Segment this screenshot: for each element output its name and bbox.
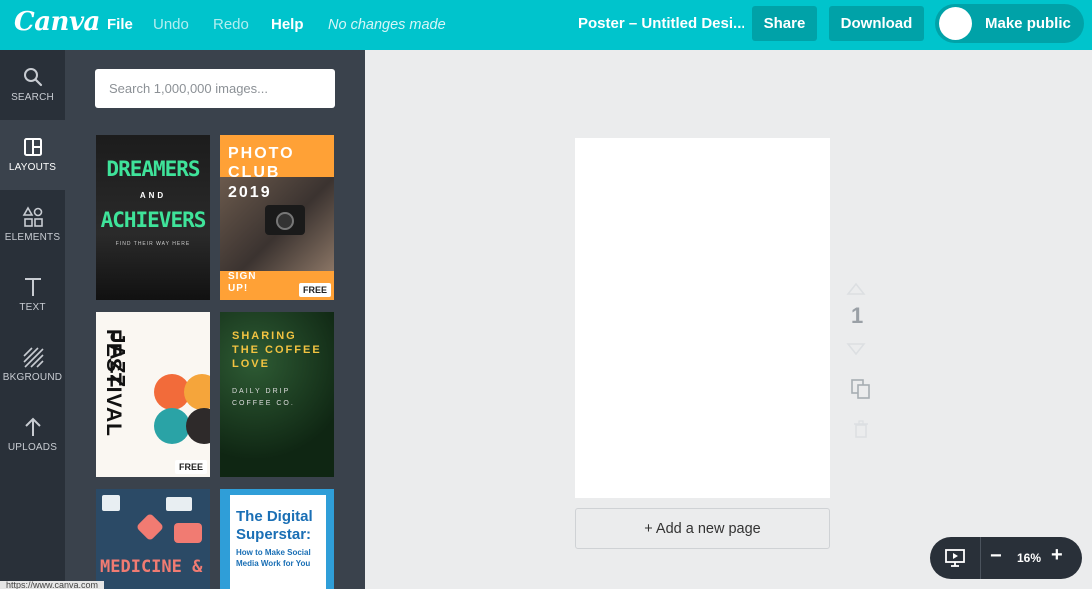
design-page[interactable] <box>575 138 830 498</box>
move-page-down-icon[interactable] <box>846 342 866 356</box>
template-text: SIGN UP! <box>228 271 257 294</box>
canva-logo[interactable]: Canva <box>14 7 100 37</box>
template-photo-club[interactable]: PHOTO CLUB 2019 SIGN UP! FREE <box>220 135 334 300</box>
upload-icon <box>24 417 41 436</box>
file-menu[interactable]: File <box>107 16 133 33</box>
template-text: How to Make Social <box>236 548 311 557</box>
duplicate-page-icon[interactable] <box>850 378 872 400</box>
add-page-button[interactable]: + Add a new page <box>575 508 830 549</box>
template-headline: The Digital <box>236 508 313 525</box>
sidebar-item-elements[interactable]: ELEMENTS <box>0 190 65 260</box>
zoom-in-button[interactable]: + <box>1051 544 1063 567</box>
template-headline: ACHIEVERS <box>100 208 207 232</box>
document-title[interactable]: Poster – Untitled Desi... <box>578 15 744 32</box>
sidebar-item-uploads[interactable]: UPLOADS <box>0 400 65 470</box>
sidebar-item-label: UPLOADS <box>7 442 58 453</box>
sidebar-item-label: LAYOUTS <box>8 162 57 173</box>
sidebar-item-label: ELEMENTS <box>4 232 61 243</box>
share-button[interactable]: Share <box>752 6 817 41</box>
template-jazz-festival[interactable]: JAZZ FESTIVAL FREE <box>96 312 210 477</box>
sidebar-item-layouts[interactable]: LAYOUTS <box>0 120 65 190</box>
template-headline: SHARING <box>232 330 297 342</box>
undo-button[interactable]: Undo <box>153 16 189 33</box>
save-status: No changes made <box>328 17 446 33</box>
template-headline: DREAMERS <box>106 157 200 181</box>
template-text: AND <box>139 191 167 200</box>
template-headline: LOVE <box>232 358 270 370</box>
medical-kit-icon <box>102 495 120 511</box>
template-text: DAILY DRIP <box>232 388 291 395</box>
top-bar: Canva File Undo Redo Help No changes mad… <box>0 0 1092 50</box>
elements-icon <box>22 206 43 227</box>
template-medicine[interactable]: MEDICINE & <box>96 489 210 589</box>
template-headline: MEDICINE & <box>100 557 203 577</box>
make-public-label: Make public <box>985 15 1071 32</box>
zoom-controls: − 16% + <box>930 537 1082 579</box>
help-menu[interactable]: Help <box>271 16 304 33</box>
zoom-out-button[interactable]: − <box>990 545 1002 568</box>
layouts-panel: DREAMERS AND ACHIEVERS FIND THEIR WAY HE… <box>65 50 365 589</box>
template-headline: PHOTO <box>228 145 295 162</box>
sidebar-item-label: TEXT <box>19 302 46 313</box>
search-icon <box>23 68 42 87</box>
background-icon <box>22 347 44 368</box>
present-icon[interactable] <box>944 548 966 568</box>
text-icon <box>24 278 41 296</box>
make-public-toggle[interactable]: Make public <box>935 4 1084 43</box>
page-number: 1 <box>851 303 864 328</box>
redo-button[interactable]: Redo <box>213 16 249 33</box>
template-coffee-love[interactable]: SHARING THE COFFEE LOVE DAILY DRIP COFFE… <box>220 312 334 477</box>
template-headline: 2019 <box>228 184 272 201</box>
template-headline: Superstar: <box>236 526 312 543</box>
delete-page-icon[interactable] <box>853 420 869 438</box>
layouts-icon <box>23 138 42 156</box>
template-text: FIND THEIR WAY HERE <box>115 241 191 247</box>
move-page-up-icon[interactable] <box>846 282 866 296</box>
image-search-input[interactable] <box>95 69 335 108</box>
template-text: Media Work for You <box>236 559 311 568</box>
template-headline: THE COFFEE <box>232 344 322 356</box>
sidebar-item-background[interactable]: BKGROUND <box>0 330 65 400</box>
template-text: COFFEE CO. <box>232 400 295 407</box>
download-button[interactable]: Download <box>829 6 924 41</box>
sidebar-rail: SEARCH LAYOUTS ELEMENTS TEXT BKGROUND UP… <box>0 50 65 589</box>
template-headline: CLUB <box>228 164 281 181</box>
divider <box>980 537 981 579</box>
free-badge: FREE <box>174 460 207 474</box>
toggle-knob <box>939 7 972 40</box>
template-headline: FESTIVAL <box>102 329 125 437</box>
template-dreamers-achievers[interactable]: DREAMERS AND ACHIEVERS FIND THEIR WAY HE… <box>96 135 210 300</box>
bandage-icon <box>135 512 165 542</box>
template-digital-superstar[interactable]: The Digital Superstar: How to Make Socia… <box>220 489 334 589</box>
sidebar-item-search[interactable]: SEARCH <box>0 50 65 120</box>
sidebar-item-label: SEARCH <box>11 92 54 103</box>
zoom-level[interactable]: 16% <box>1017 551 1041 565</box>
sidebar-item-text[interactable]: TEXT <box>0 260 65 330</box>
free-badge: FREE <box>298 283 331 297</box>
ambulance-icon <box>166 497 192 511</box>
status-bar-url: https://www.canva.com <box>0 581 105 589</box>
sidebar-item-label: BKGROUND <box>2 372 63 383</box>
